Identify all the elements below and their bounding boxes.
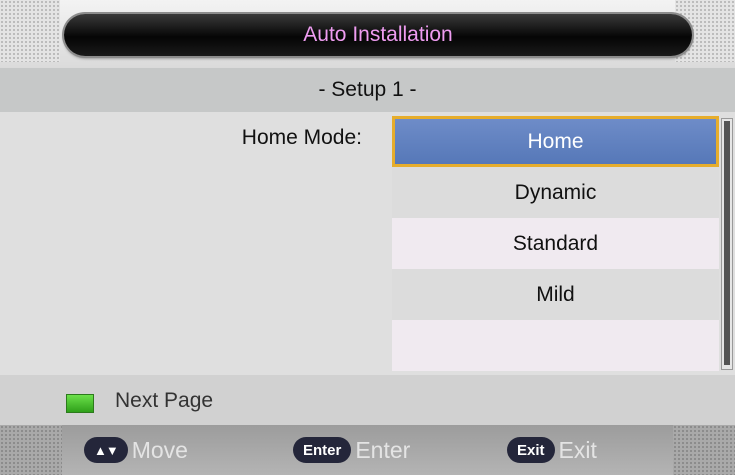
up-down-arrows-icon: ▲▼ [84, 437, 128, 463]
exit-key-badge: Exit [507, 437, 555, 463]
header: Auto Installation [0, 0, 735, 72]
home-mode-option-list: Home Dynamic Standard Mild [392, 116, 719, 371]
option-scrollbar[interactable] [721, 118, 733, 370]
option-home[interactable]: Home [392, 116, 719, 167]
next-page-label[interactable]: Next Page [115, 389, 213, 413]
keybar-corner-right [673, 425, 735, 475]
enter-key-badge: Enter [293, 437, 352, 463]
move-label: Move [131, 436, 188, 463]
setup-step-title: - Setup 1 - [0, 68, 735, 112]
keybar-corner-left [0, 425, 62, 475]
option-standard[interactable]: Standard [392, 218, 719, 269]
key-guide-bar: ▲▼ Move Enter Enter Exit Exit [0, 425, 735, 475]
green-key-icon [66, 394, 94, 413]
footer-hint: Next Page [0, 375, 735, 425]
option-mild[interactable]: Mild [392, 269, 719, 320]
enter-key-hint: Enter Enter [293, 436, 410, 464]
home-mode-label: Home Mode: [241, 126, 362, 149]
scrollbar-thumb[interactable] [724, 121, 730, 365]
enter-label: Enter [355, 436, 411, 463]
exit-label: Exit [558, 436, 597, 463]
option-empty [392, 320, 719, 371]
header-corner-left [0, 0, 60, 62]
settings-panel: Home Mode: Home Dynamic Standard Mild [0, 112, 735, 375]
page-title: Auto Installation [64, 14, 692, 56]
exit-key-hint: Exit Exit [507, 436, 597, 464]
move-key-hint: ▲▼ Move [84, 436, 188, 464]
osd-screen: Auto Installation - Setup 1 - Home Mode:… [0, 0, 735, 475]
option-dynamic[interactable]: Dynamic [392, 167, 719, 218]
